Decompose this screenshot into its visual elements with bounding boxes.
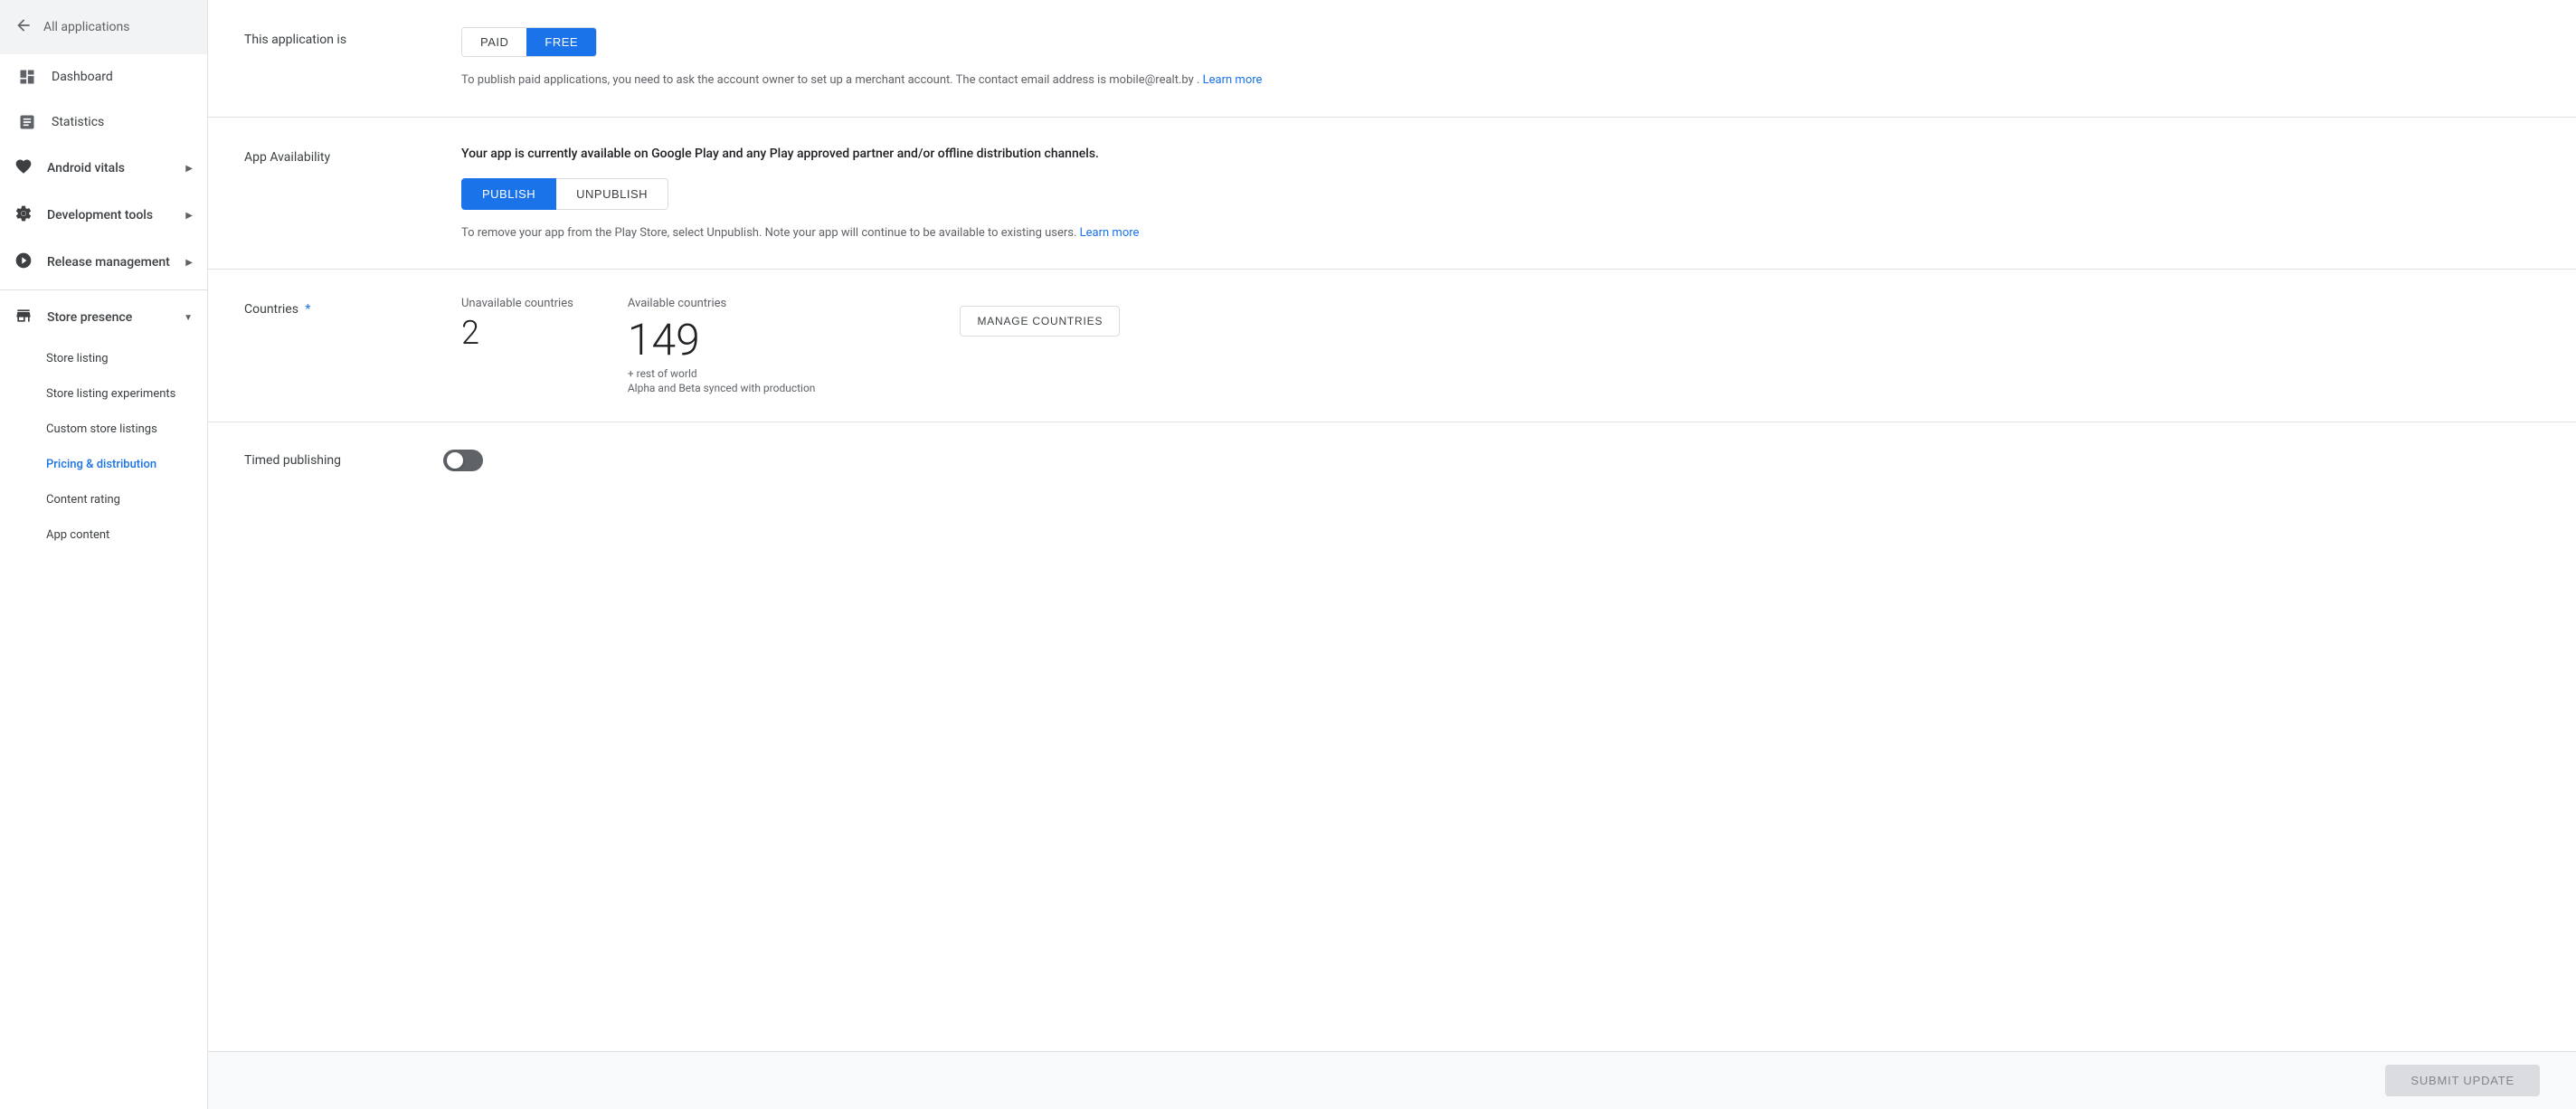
rest-of-world-note: + rest of world (628, 367, 816, 380)
store-icon (14, 307, 33, 328)
manage-countries-area: MANAGE COUNTRIES (960, 297, 1120, 336)
sidebar-item-dev-tools-label: Development tools (47, 208, 153, 223)
sidebar-item-android-vitals[interactable]: Android vitals ▶ (0, 145, 207, 192)
publish-unpublish-group: PUBLISH UNPUBLISH (461, 178, 2540, 210)
sidebar-sub-store-listing-experiments[interactable]: Store listing experiments (0, 376, 207, 412)
timed-publishing-section: Timed publishing (208, 422, 2576, 498)
toggle-thumb (447, 452, 463, 469)
back-arrow-icon (14, 16, 33, 38)
available-label: Available countries (628, 297, 816, 310)
app-content-label: App content (46, 528, 109, 542)
timed-publishing-label: Timed publishing (244, 453, 425, 468)
paid-button[interactable]: PAID (462, 28, 526, 56)
sync-note: Alpha and Beta synced with production (628, 382, 816, 394)
app-availability-content: Your app is currently available on Googl… (461, 145, 2540, 242)
app-type-section: This application is PAID FREE To publish… (208, 0, 2576, 118)
chevron-right-icon-2: ▶ (185, 211, 193, 221)
back-label: All applications (43, 20, 129, 34)
sidebar-sub-pricing-distribution[interactable]: Pricing & distribution (0, 447, 207, 482)
store-listing-experiments-label: Store listing experiments (46, 387, 175, 401)
sidebar-item-dev-tools[interactable]: Development tools ▶ (0, 192, 207, 239)
free-button[interactable]: FREE (526, 28, 596, 56)
countries-label: Countries * (244, 297, 425, 394)
countries-section: Countries * Unavailable countries 2 Avai… (208, 270, 2576, 422)
sidebar-item-store-presence-label: Store presence (47, 310, 132, 325)
sidebar-item-release-management[interactable]: Release management ▶ (0, 239, 207, 286)
sidebar-sub-content-rating[interactable]: Content rating (0, 482, 207, 517)
footer: SUBMIT UPDATE (208, 1051, 2576, 1109)
sidebar-divider (0, 289, 207, 290)
back-button[interactable]: All applications (0, 0, 207, 54)
app-type-label: This application is (244, 27, 425, 90)
pricing-distribution-label: Pricing & distribution (46, 458, 156, 471)
sidebar-item-store-presence[interactable]: Store presence ▼ (0, 294, 207, 341)
manage-countries-button[interactable]: MANAGE COUNTRIES (960, 306, 1120, 336)
paid-free-toggle: PAID FREE (461, 27, 597, 57)
release-icon (14, 251, 33, 273)
availability-description: Your app is currently available on Googl… (461, 145, 2540, 164)
sidebar-item-dashboard-label: Dashboard (52, 70, 113, 84)
chevron-right-icon-3: ▶ (185, 258, 193, 268)
learn-more-link-1[interactable]: Learn more (1203, 73, 1263, 87)
content-rating-label: Content rating (46, 493, 120, 507)
sidebar-sub-app-content[interactable]: App content (0, 517, 207, 553)
dashboard-icon (17, 67, 37, 87)
sidebar-item-statistics-label: Statistics (52, 115, 104, 129)
available-count: 149 (628, 314, 816, 365)
vitals-icon (14, 157, 33, 179)
content-area: This application is PAID FREE To publish… (208, 0, 2576, 1051)
chevron-right-icon: ▶ (185, 164, 193, 174)
countries-stats: Unavailable countries 2 Available countr… (461, 297, 2540, 394)
unpublish-info: To remove your app from the Play Store, … (461, 224, 2540, 242)
app-type-content: PAID FREE To publish paid applications, … (461, 27, 2540, 90)
custom-store-listings-label: Custom store listings (46, 422, 157, 436)
bar-chart-icon (17, 112, 37, 132)
available-countries-block: Available countries 149 + rest of world … (628, 297, 816, 394)
toggle-track (443, 450, 483, 471)
sidebar: All applications Dashboard Statistics An… (0, 0, 208, 1109)
sidebar-sub-store-listing[interactable]: Store listing (0, 341, 207, 376)
unavailable-countries-block: Unavailable countries 2 (461, 297, 573, 352)
sidebar-item-statistics[interactable]: Statistics (0, 100, 207, 145)
unavailable-label: Unavailable countries (461, 297, 573, 310)
dev-tools-icon (14, 204, 33, 226)
timed-publishing-toggle[interactable] (443, 450, 483, 471)
unpublish-button[interactable]: UNPUBLISH (556, 178, 668, 210)
store-listing-label: Store listing (46, 352, 109, 365)
sidebar-item-dashboard[interactable]: Dashboard (0, 54, 207, 100)
chevron-down-icon: ▼ (184, 313, 193, 323)
submit-update-button[interactable]: SUBMIT UPDATE (2385, 1065, 2540, 1096)
sidebar-item-android-vitals-label: Android vitals (47, 161, 125, 175)
required-asterisk: * (305, 302, 310, 317)
countries-content: Unavailable countries 2 Available countr… (461, 297, 2540, 394)
paid-info-text: To publish paid applications, you need t… (461, 71, 2540, 90)
sidebar-sub-custom-store-listings[interactable]: Custom store listings (0, 412, 207, 447)
app-availability-label: App Availability (244, 145, 425, 242)
sidebar-item-release-label: Release management (47, 255, 170, 270)
app-availability-section: App Availability Your app is currently a… (208, 118, 2576, 270)
unavailable-count: 2 (461, 314, 573, 352)
learn-more-link-2[interactable]: Learn more (1080, 226, 1140, 240)
publish-button[interactable]: PUBLISH (461, 178, 556, 210)
main-content: This application is PAID FREE To publish… (208, 0, 2576, 1109)
